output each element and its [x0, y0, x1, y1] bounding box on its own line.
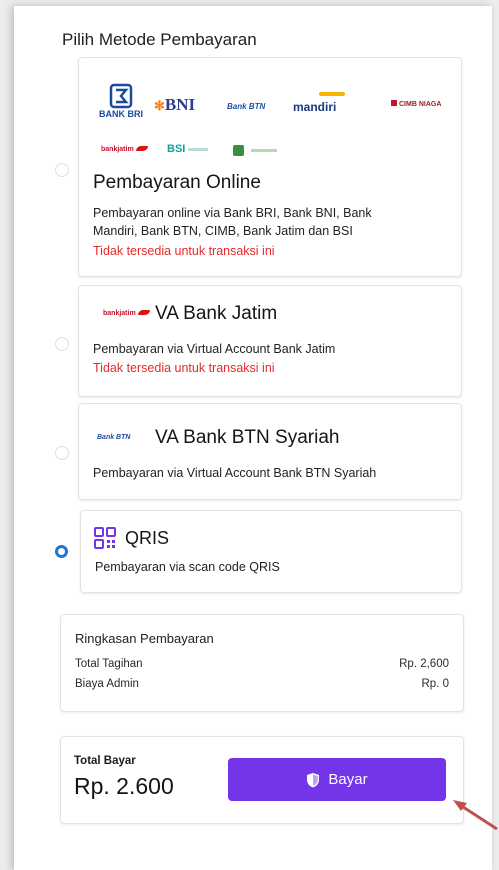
card-va-btn[interactable]: Bank BTN VA Bank BTN Syariah Pembayaran … — [78, 403, 462, 500]
bni-logo: ✻BNI — [154, 95, 195, 115]
method-desc-va-jatim: Pembayaran via Virtual Account Bank Jati… — [93, 342, 336, 356]
method-warning-online: Tidak tersedia untuk transaksi ini — [93, 244, 275, 258]
bni-logo-mark: ✻ — [154, 98, 165, 113]
radio-qris-selected[interactable] — [55, 545, 68, 558]
page-title: Pilih Metode Pembayaran — [62, 30, 257, 49]
bsi-tagline-bar — [188, 147, 209, 151]
radio-va-btn[interactable] — [55, 446, 69, 460]
bni-logo-text: BNI — [164, 95, 196, 114]
radio-va-jatim[interactable] — [55, 337, 69, 351]
jatim-swoosh — [135, 146, 148, 151]
method-desc-qris: Pembayaran via scan code QRIS — [95, 560, 280, 574]
method-desc-va-btn: Pembayaran via Virtual Account Bank BTN … — [93, 466, 377, 480]
method-desc-online-line2: Mandiri, Bank BTN, CIMB, Bank Jatim dan … — [93, 224, 353, 238]
total-tagihan-value: Rp. 2,600 — [399, 658, 449, 670]
biaya-admin-value: Rp. 0 — [421, 678, 450, 690]
jatim-logo-small-text: bankjatim — [103, 310, 136, 317]
method-title-va-btn: VA Bank BTN Syariah — [155, 427, 340, 448]
jatim-logo-text: bankjatim — [101, 146, 134, 153]
card-online[interactable]: BANK BRI ✻BNI Bank BTN mandiri CIMB NIAG… — [78, 57, 462, 277]
cimb-mark — [391, 100, 397, 106]
bri-logo-text: BANK BRI — [99, 109, 143, 119]
method-title-va-jatim: VA Bank Jatim — [155, 303, 278, 324]
method-desc-online-line1: Pembayaran online via Bank BRI, Bank BNI… — [93, 206, 372, 220]
card-va-jatim[interactable]: bankjatim VA Bank Jatim Pembayaran via V… — [78, 285, 462, 397]
pay-button-label: Bayar — [328, 771, 368, 788]
total-bayar-value: Rp. 2.600 — [74, 773, 174, 799]
cimb-logo-text: CIMB NIAGA — [399, 101, 442, 108]
bsi-logo-text: BSI — [167, 143, 186, 155]
card-qris[interactable]: QRIS Pembayaran via scan code QRIS — [80, 510, 462, 593]
jatim-swoosh-small — [137, 310, 150, 315]
cimb-logo: CIMB NIAGA — [391, 100, 441, 108]
method-title-online: Pembayaran Online — [93, 172, 261, 193]
total-tagihan-label: Total Tagihan — [75, 658, 143, 670]
bank-logo-green — [233, 142, 278, 160]
pay-button[interactable]: Bayar — [228, 758, 446, 801]
biaya-admin-label: Biaya Admin — [75, 678, 139, 690]
summary-heading: Ringkasan Pembayaran — [75, 631, 214, 646]
jatim-logo-small: bankjatim — [103, 310, 150, 317]
btn-logo: Bank BTN — [227, 102, 266, 111]
btn-logo-small: Bank BTN — [97, 434, 131, 441]
bri-logo: BANK BRI — [99, 83, 143, 123]
method-warning-va-jatim: Tidak tersedia untuk transaksi ini — [93, 361, 275, 375]
radio-online[interactable] — [55, 163, 69, 177]
annotation-arrow — [453, 800, 498, 831]
qris-icon — [94, 527, 116, 554]
method-title-qris: QRIS — [125, 528, 170, 548]
jatim-logo: bankjatim — [101, 146, 148, 153]
bsi-logo: BSI — [167, 143, 209, 155]
mandiri-logo: mandiri — [293, 92, 345, 116]
total-bayar-label: Total Bayar — [74, 755, 136, 767]
shield-icon — [307, 772, 320, 787]
summary-card: Ringkasan Pembayaran Total Tagihan Rp. 2… — [60, 614, 464, 712]
mandiri-logo-text: mandiri — [293, 100, 337, 114]
mandiri-wave — [319, 92, 345, 96]
